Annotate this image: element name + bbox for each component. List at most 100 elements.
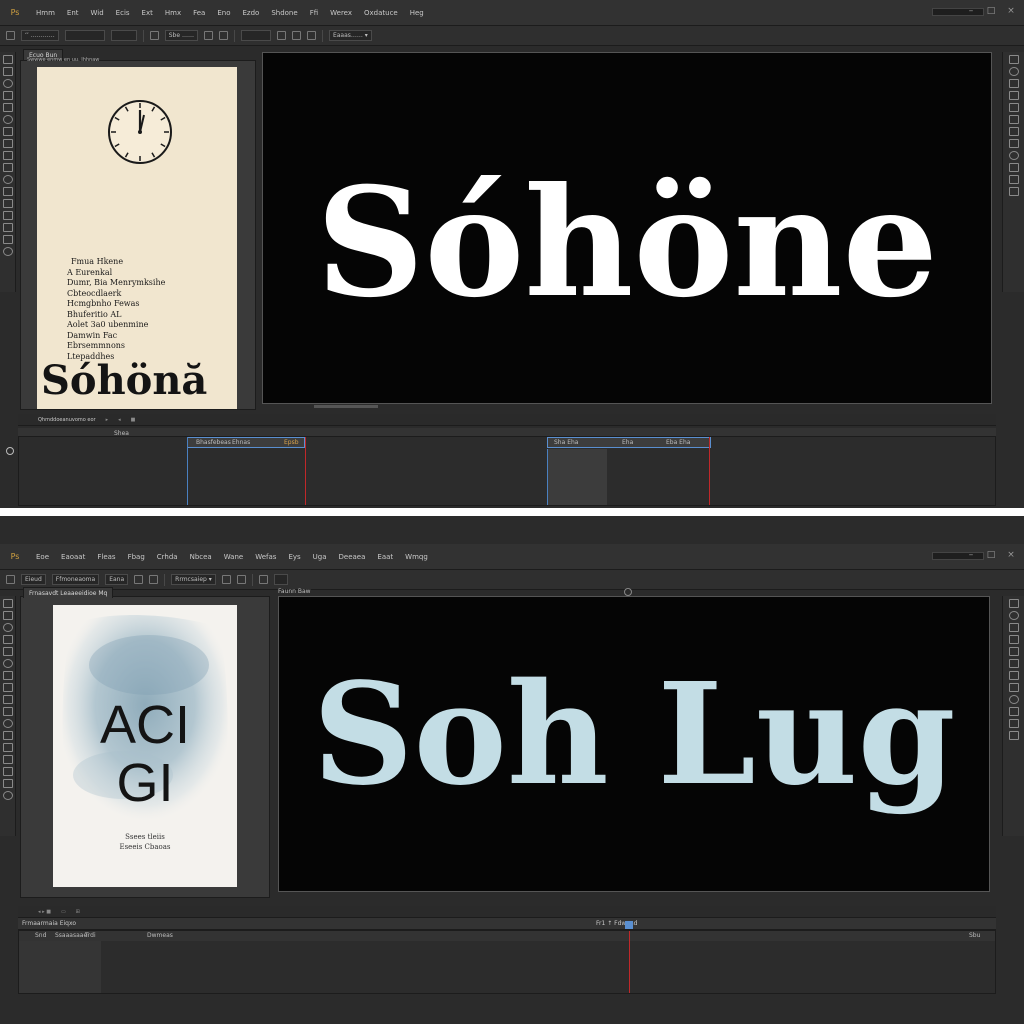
styles-icon[interactable]: [1008, 151, 1019, 160]
color-icon[interactable]: [1008, 611, 1019, 620]
eraser-tool-icon[interactable]: [2, 151, 13, 160]
adjustments-icon[interactable]: [1008, 635, 1019, 644]
options-field[interactable]: [273, 574, 288, 585]
mode-dropdown[interactable]: Eaaas…… ▾: [328, 30, 372, 41]
color-icon[interactable]: [1008, 67, 1019, 76]
marquee-tool-icon[interactable]: [2, 611, 13, 620]
warp-icon[interactable]: [291, 31, 301, 40]
layers-icon[interactable]: [1008, 55, 1019, 64]
timeline-tab[interactable]: Qhmddoeanuvomo eor: [38, 417, 96, 423]
align-icon[interactable]: [134, 575, 144, 584]
transform-icon[interactable]: [221, 575, 231, 584]
timeline-clip[interactable]: Sha Eha Eha Eba Eha: [547, 437, 711, 448]
gradient-tool-icon[interactable]: [2, 707, 13, 716]
options-field[interactable]: [240, 30, 271, 41]
shape-tool-icon[interactable]: [2, 223, 13, 232]
timeline-tracks[interactable]: Bhasfebeas Ehnas Epsb Sha Eha Eha Eba Eh…: [18, 436, 996, 506]
swatches-icon[interactable]: [1008, 623, 1019, 632]
shape-tool-icon[interactable]: [2, 767, 13, 776]
stamp-tool-icon[interactable]: [2, 139, 13, 148]
menu-item[interactable]: Eoe: [30, 553, 55, 561]
swatches-icon[interactable]: [1008, 79, 1019, 88]
distribute-icon[interactable]: [218, 31, 228, 40]
options-field[interactable]: Eana: [105, 574, 129, 585]
maximize-icon[interactable]: □: [986, 6, 996, 16]
paths-icon[interactable]: [1008, 127, 1019, 136]
timeline-control[interactable]: ⊞: [76, 909, 80, 915]
menu-item[interactable]: Fleas: [91, 553, 121, 561]
styles-icon[interactable]: [1008, 695, 1019, 704]
warp-icon[interactable]: [236, 575, 246, 584]
playhead[interactable]: [629, 931, 630, 993]
brush-settings-icon[interactable]: [1008, 103, 1019, 112]
menu-item[interactable]: Eno: [211, 9, 236, 17]
document-tab[interactable]: Frnasavdt Leaaeeidioe Mq: [23, 587, 114, 598]
path-select-tool-icon[interactable]: [2, 211, 13, 220]
healing-tool-icon[interactable]: [2, 659, 13, 668]
lasso-tool-icon[interactable]: [2, 623, 13, 632]
menu-item[interactable]: Shdone: [265, 9, 303, 17]
zoom-tool-icon[interactable]: [2, 247, 13, 256]
paragraph-icon[interactable]: [1008, 719, 1019, 728]
channels-icon[interactable]: [1008, 683, 1019, 692]
link-icon[interactable]: [306, 31, 316, 40]
options-field[interactable]: Eieud: [21, 574, 46, 585]
eraser-tool-icon[interactable]: [2, 695, 13, 704]
menu-item[interactable]: Ezdo: [237, 9, 266, 17]
program-monitor[interactable]: Sóhöne: [262, 52, 992, 404]
eyedropper-tool-icon[interactable]: [2, 647, 13, 656]
paths-icon[interactable]: [1008, 671, 1019, 680]
menu-item[interactable]: Hmx: [159, 9, 187, 17]
menu-item[interactable]: Heg: [404, 9, 430, 17]
hand-tool-icon[interactable]: [2, 235, 13, 244]
options-field[interactable]: [110, 30, 137, 41]
crop-tool-icon[interactable]: [2, 635, 13, 644]
link-icon[interactable]: [258, 575, 268, 584]
pen-tool-icon[interactable]: [2, 731, 13, 740]
minimize-icon[interactable]: –: [966, 550, 976, 560]
character-icon[interactable]: [1008, 163, 1019, 172]
menu-item[interactable]: Ecis: [110, 9, 136, 17]
paragraph-icon[interactable]: [1008, 175, 1019, 184]
timeline-tracks[interactable]: Snd Ssaaasaae Trdi Dwmeas Sbu: [18, 921, 996, 994]
menu-item[interactable]: Wefas: [249, 553, 282, 561]
menu-item[interactable]: Ent: [61, 9, 85, 17]
maximize-icon[interactable]: □: [986, 550, 996, 560]
brush-settings-icon[interactable]: [1008, 647, 1019, 656]
move-tool-icon[interactable]: [2, 55, 13, 64]
menu-item[interactable]: Eys: [282, 553, 306, 561]
close-icon[interactable]: ×: [1006, 550, 1016, 560]
menu-item[interactable]: Werex: [324, 9, 358, 17]
path-select-tool-icon[interactable]: [2, 755, 13, 764]
layers-icon[interactable]: [1008, 599, 1019, 608]
pen-tool-icon[interactable]: [2, 187, 13, 196]
timeline-control[interactable]: ◂: [118, 417, 121, 423]
timeline-control[interactable]: ▸: [106, 417, 109, 423]
eyedropper-tool-icon[interactable]: [2, 103, 13, 112]
menu-item[interactable]: Wmqg: [399, 553, 434, 561]
move-tool-icon[interactable]: [2, 599, 13, 608]
menu-item[interactable]: Uga: [307, 553, 333, 561]
timeline-control[interactable]: ■: [131, 417, 136, 423]
brush-tool-icon[interactable]: [2, 127, 13, 136]
history-icon[interactable]: [1008, 659, 1019, 668]
timeline-control[interactable]: ◂ ▸ ■: [38, 909, 51, 915]
character-icon[interactable]: [1008, 707, 1019, 716]
options-field[interactable]: Ffmoneaoma: [51, 574, 100, 585]
lasso-tool-icon[interactable]: [2, 79, 13, 88]
poster-canvas[interactable]: Fmua Hkene A Eurenkal Dumr, Bia Menrymks…: [37, 67, 237, 409]
timeline-control[interactable]: ▭: [61, 909, 66, 915]
playhead-handle[interactable]: [625, 921, 633, 929]
timeline-tab[interactable]: Frmaarmaia Eiqxo: [22, 920, 76, 927]
stamp-tool-icon[interactable]: [2, 683, 13, 692]
menu-item[interactable]: Wane: [218, 553, 250, 561]
channels-icon[interactable]: [1008, 139, 1019, 148]
timeline-side-icon[interactable]: [6, 447, 14, 455]
menu-item[interactable]: Eaoaat: [55, 553, 91, 561]
playhead-marker[interactable]: [709, 437, 710, 505]
menu-item[interactable]: Wid: [85, 9, 110, 17]
program-monitor[interactable]: Soh Lug: [278, 596, 990, 892]
menu-item[interactable]: Fbag: [122, 553, 151, 561]
menu-item[interactable]: Ffi: [304, 9, 324, 17]
menu-item[interactable]: Hmm: [30, 9, 61, 17]
